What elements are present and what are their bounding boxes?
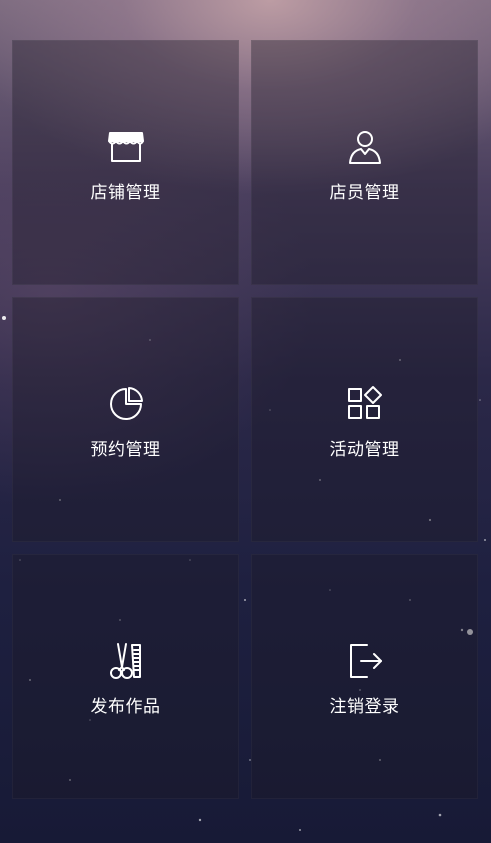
store-management-tile[interactable]: 店铺管理 bbox=[12, 40, 239, 285]
activity-management-label: 活动管理 bbox=[329, 439, 400, 460]
staff-icon bbox=[345, 127, 385, 167]
logout-icon bbox=[345, 641, 385, 681]
pie-chart-icon bbox=[106, 384, 146, 424]
apps-grid-icon bbox=[345, 384, 385, 424]
appointment-management-tile[interactable]: 预约管理 bbox=[12, 297, 239, 542]
store-management-label: 店铺管理 bbox=[90, 182, 161, 203]
menu-grid: 店铺管理 店员管理 预约管理 活动管理 发布作品 注销登录 bbox=[12, 40, 479, 799]
appointment-management-label: 预约管理 bbox=[90, 439, 161, 460]
store-icon bbox=[106, 127, 146, 167]
logout-label: 注销登录 bbox=[329, 696, 400, 717]
staff-management-tile[interactable]: 店员管理 bbox=[251, 40, 478, 285]
staff-management-label: 店员管理 bbox=[329, 182, 400, 203]
activity-management-tile[interactable]: 活动管理 bbox=[251, 297, 478, 542]
publish-works-label: 发布作品 bbox=[90, 696, 161, 717]
scissors-comb-icon bbox=[106, 641, 146, 681]
logout-tile[interactable]: 注销登录 bbox=[251, 554, 478, 799]
publish-works-tile[interactable]: 发布作品 bbox=[12, 554, 239, 799]
